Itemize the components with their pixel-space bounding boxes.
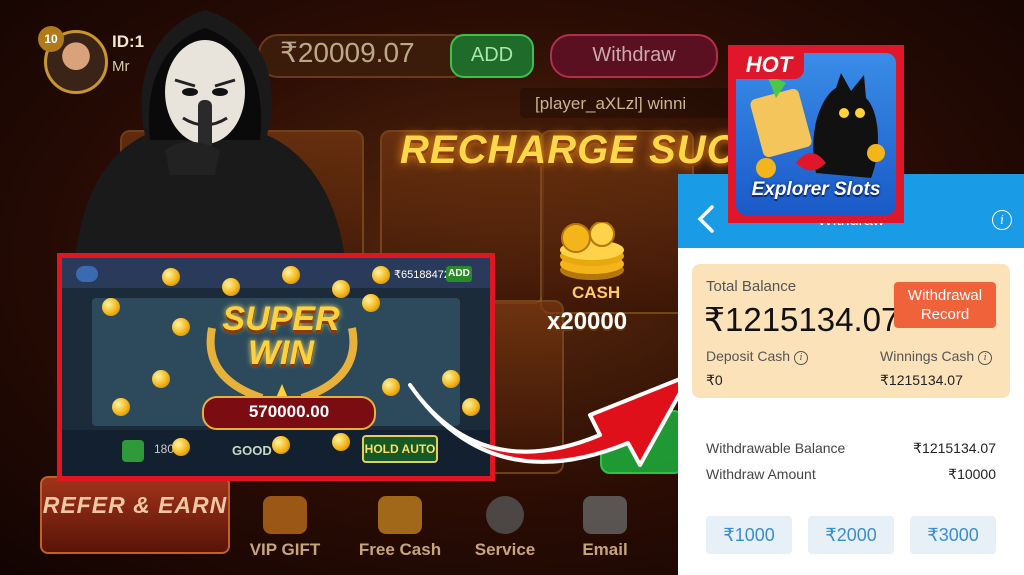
super-win-title: SUPER WIN	[211, 302, 351, 370]
withdrawable-balance-label: Withdrawable Balance	[706, 440, 846, 456]
add-button[interactable]: ADD	[450, 34, 534, 78]
refer-earn-label: REFER & EARN	[42, 492, 228, 518]
nav-label: Service	[474, 540, 536, 559]
winnings-cash-label: Winnings Cash	[880, 348, 975, 364]
nav-service[interactable]: Service	[460, 490, 550, 570]
coin-icon	[172, 438, 190, 456]
total-balance-label: Total Balance	[706, 278, 797, 295]
info-icon[interactable]: i	[794, 351, 809, 365]
nav-label: VIP GIFT	[249, 540, 321, 559]
nav-label: Free Cash	[358, 540, 442, 559]
headset-icon	[486, 496, 524, 534]
envelope-icon	[583, 496, 627, 534]
hot-badge: HOT	[734, 51, 804, 79]
cash-bag-icon	[378, 496, 422, 534]
info-icon[interactable]: i	[978, 351, 993, 365]
minus-icon[interactable]	[122, 440, 144, 462]
coin-icon	[172, 318, 190, 336]
gift-icon	[263, 496, 307, 534]
withdrawal-record-button[interactable]: Withdrawal Record	[894, 282, 996, 328]
refer-earn-button[interactable]: REFER & EARN	[40, 476, 230, 554]
withdraw-amount-row: Withdraw Amount ₹10000	[706, 466, 996, 482]
super-win-line2: WIN	[247, 334, 315, 372]
withdraw-button[interactable]: Withdraw	[550, 34, 718, 78]
superwin-balance: ₹65188472	[394, 269, 450, 281]
coin-icon	[102, 298, 120, 316]
amount-option-button[interactable]: ₹1000	[706, 516, 792, 554]
superwin-bet: 180	[154, 442, 175, 456]
superwin-good-label: GOOD	[232, 443, 272, 458]
hooded-hacker-image	[75, 10, 345, 258]
coin-icon	[332, 433, 350, 451]
info-icon[interactable]: i	[992, 210, 1012, 230]
super-win-line1: SUPER	[222, 300, 340, 338]
total-balance-value: ₹1215134.07	[704, 301, 900, 338]
recharge-success-banner: RECHARGE SUCC	[400, 128, 767, 172]
withdraw-amount-value: ₹10000	[948, 466, 996, 482]
nav-email[interactable]: Email	[560, 490, 650, 570]
withdraw-amount-label: Withdraw Amount	[706, 466, 816, 482]
game-lobby-background: 10 ID:1 Mr ₹20009.07 ADD Withdraw [playe…	[0, 0, 1024, 575]
coin-icon	[382, 378, 400, 396]
superwin-add-button[interactable]: ADD	[446, 266, 472, 282]
nav-vip-gift[interactable]: VIP GIFT	[240, 490, 330, 570]
coin-icon	[222, 278, 240, 296]
coin-icon	[372, 266, 390, 284]
game-name: Explorer Slots	[751, 179, 881, 200]
deposit-cash-value: ₹0	[706, 372, 723, 388]
coin-icon	[332, 280, 350, 298]
red-arrow-icon	[408, 373, 692, 467]
coin-stack-icon	[560, 222, 624, 280]
deposit-cash-label: Deposit Cash	[706, 348, 791, 364]
super-win-amount: 570000.00	[202, 396, 376, 430]
coin-icon	[112, 398, 130, 416]
withdrawable-balance-row: Withdrawable Balance ₹1215134.07	[706, 440, 996, 456]
coin-icon	[362, 294, 380, 312]
amount-option-button[interactable]: ₹3000	[910, 516, 996, 554]
withdraw-panel: Withdraw i Total Balance ₹1215134.07 Wit…	[678, 174, 1024, 575]
bottom-nav: VIP GIFT Free Cash Service Email	[240, 490, 680, 570]
coin-icon	[152, 370, 170, 388]
nav-free-cash[interactable]: Free Cash	[355, 490, 445, 570]
winnings-cash-row: Winnings Cash i	[880, 348, 993, 365]
winnings-cash-value: ₹1215134.07	[880, 372, 963, 388]
nav-label: Email	[582, 540, 628, 559]
explorer-slots-game-icon[interactable]: Explorer Slots HOT	[728, 45, 904, 223]
coin-icon	[272, 436, 290, 454]
deposit-cash-row: Deposit Cash i	[706, 348, 809, 365]
back-icon[interactable]	[76, 266, 98, 282]
withdrawable-balance-value: ₹1215134.07	[913, 440, 996, 456]
coin-icon	[282, 266, 300, 284]
cash-label: CASH	[572, 283, 621, 302]
winner-ticker: [player_aXLzl] winni	[535, 94, 687, 113]
coin-icon	[162, 268, 180, 286]
balance-card: Total Balance ₹1215134.07 Withdrawal Rec…	[692, 264, 1010, 398]
amount-option-button[interactable]: ₹2000	[808, 516, 894, 554]
